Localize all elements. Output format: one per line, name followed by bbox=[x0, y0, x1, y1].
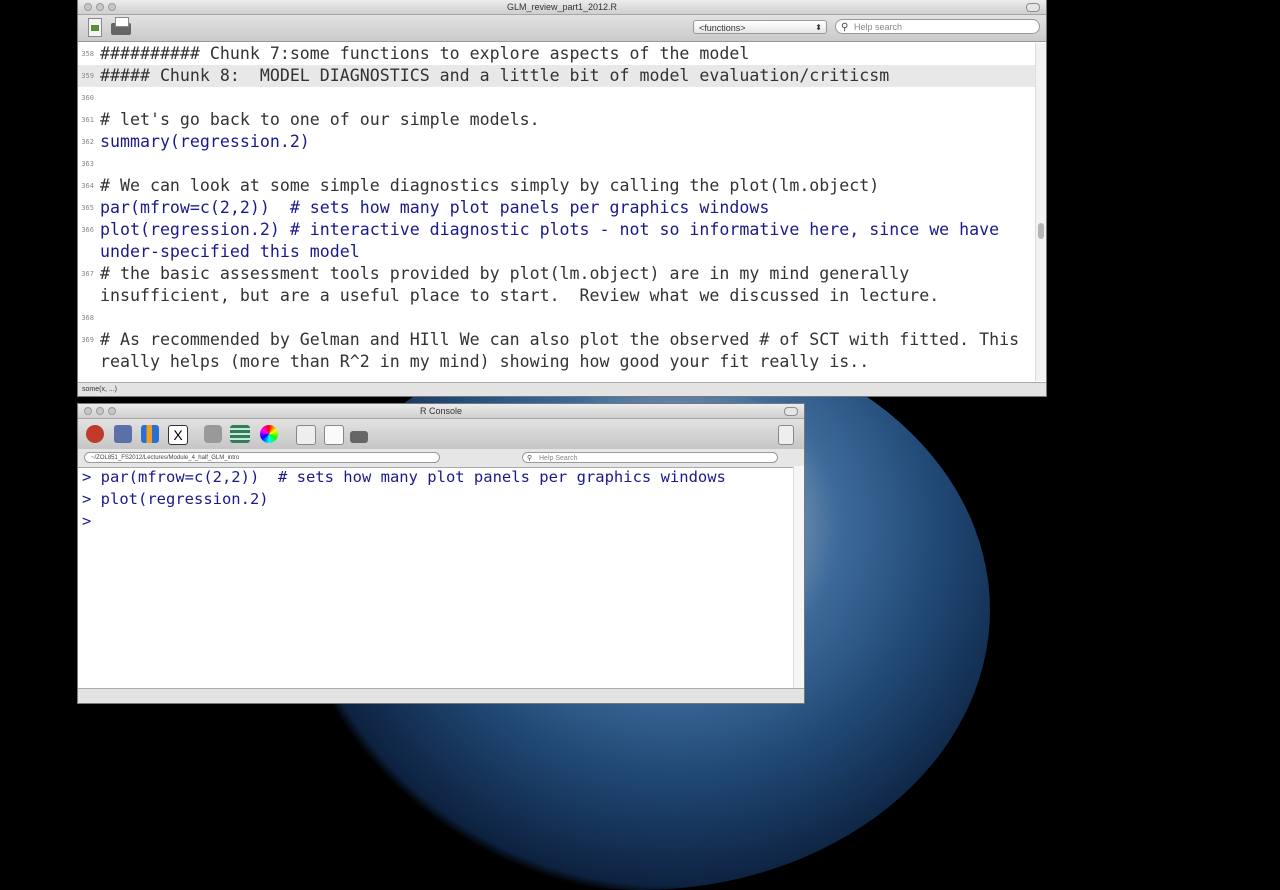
code-line[interactable]: 361 # let's go back to one of our simple … bbox=[78, 109, 1036, 131]
line-number: 367 bbox=[81, 270, 94, 278]
toolbar-toggle-button[interactable] bbox=[1026, 3, 1040, 12]
code-line[interactable]: 359 ##### Chunk 8: MODEL DIAGNOSTICS and … bbox=[78, 65, 1036, 87]
code-text: ##### Chunk 8: MODEL DIAGNOSTICS and a l… bbox=[100, 66, 890, 85]
editor-titlebar: GLM_review_part1_2012.R bbox=[78, 0, 1046, 15]
code-line[interactable]: 358 ########## Chunk 7:some functions to … bbox=[78, 43, 1036, 65]
console-toolbar-toggle-button[interactable] bbox=[784, 407, 798, 416]
functions-dropdown[interactable]: <functions> ⬍ bbox=[693, 20, 827, 34]
workspace-browser-icon[interactable] bbox=[230, 425, 250, 443]
code-text: summary(regression.2) bbox=[100, 132, 310, 151]
line-number: 364 bbox=[81, 182, 94, 190]
console-sidebar-toggle-icon[interactable] bbox=[778, 425, 794, 445]
code-line[interactable]: 365 par(mfrow=c(2,2)) # sets how many plo… bbox=[78, 197, 1036, 219]
console-toolbar: X bbox=[78, 419, 804, 449]
console-line: > par(mfrow=c(2,2)) # sets how many plot… bbox=[82, 468, 726, 486]
code-text: ########## Chunk 7:some functions to exp… bbox=[100, 44, 750, 63]
code-line[interactable]: 362 summary(regression.2) bbox=[78, 131, 1036, 153]
line-number: 368 bbox=[81, 314, 94, 322]
code-area[interactable]: 358 ########## Chunk 7:some functions to … bbox=[78, 43, 1036, 381]
color-picker-icon[interactable] bbox=[260, 425, 278, 443]
console-line: > bbox=[82, 512, 92, 530]
line-number: 360 bbox=[81, 94, 94, 102]
editor-scrollbar[interactable] bbox=[1035, 43, 1046, 381]
console-zoom-button[interactable] bbox=[108, 407, 116, 415]
console-titlebar: R Console bbox=[78, 404, 804, 419]
console-search-icon: ⚲ bbox=[527, 455, 533, 462]
code-text: # As recommended by Gelman and HIll We c… bbox=[100, 330, 1030, 371]
stop-icon[interactable] bbox=[86, 425, 104, 443]
code-line[interactable]: 366 plot(regression.2) # interactive diag… bbox=[78, 219, 1036, 263]
editor-status-bar: some(x, ...) bbox=[78, 382, 1046, 396]
line-number: 359 bbox=[81, 72, 94, 80]
print-icon[interactable] bbox=[111, 17, 131, 35]
console-minimize-button[interactable] bbox=[96, 407, 104, 415]
code-line[interactable]: 367 # the basic assessment tools provided… bbox=[78, 263, 1036, 307]
open-document-icon[interactable] bbox=[296, 425, 316, 445]
dropdown-arrows-icon: ⬍ bbox=[815, 23, 822, 32]
functions-dropdown-label: <functions> bbox=[699, 23, 746, 33]
source-script-icon[interactable] bbox=[88, 18, 102, 37]
editor-scroll-thumb[interactable] bbox=[1038, 223, 1044, 239]
line-number: 365 bbox=[81, 204, 94, 212]
lock-icon[interactable] bbox=[204, 425, 222, 443]
working-directory-path: ~/ZOL851_FS2012/Lectures/Module_4_half_G… bbox=[91, 455, 240, 461]
editor-title: GLM_review_part1_2012.R bbox=[506, 2, 618, 12]
code-line[interactable]: 363 bbox=[78, 153, 1036, 175]
code-text: # the basic assessment tools provided by… bbox=[100, 264, 940, 305]
code-line[interactable]: 369 # As recommended by Gelman and HIll W… bbox=[78, 329, 1036, 373]
console-close-button[interactable] bbox=[84, 407, 92, 415]
console-line: > plot(regression.2) bbox=[82, 490, 269, 508]
line-number: 366 bbox=[81, 226, 94, 234]
console-print-icon[interactable] bbox=[350, 431, 368, 443]
console-status-bar bbox=[78, 688, 804, 703]
line-number: 369 bbox=[81, 336, 94, 344]
x11-icon[interactable]: X bbox=[168, 425, 188, 445]
editor-toolbar: <functions> ⬍ ⚲ Help search bbox=[78, 15, 1046, 42]
close-button[interactable] bbox=[84, 3, 92, 11]
console-title: R Console bbox=[419, 406, 463, 416]
line-number: 362 bbox=[81, 138, 94, 146]
line-number: 361 bbox=[81, 116, 94, 124]
line-number: 358 bbox=[81, 50, 94, 58]
code-text: # We can look at some simple diagnostics… bbox=[100, 176, 880, 195]
code-text: # let's go back to one of our simple mod… bbox=[100, 110, 540, 129]
code-line[interactable]: 364 # We can look at some simple diagnost… bbox=[78, 175, 1036, 197]
working-directory-field[interactable]: ~/ZOL851_FS2012/Lectures/Module_4_half_G… bbox=[84, 452, 440, 463]
code-text: plot(regression.2) # interactive diagnos… bbox=[100, 220, 1010, 261]
zoom-button[interactable] bbox=[108, 3, 116, 11]
line-number: 363 bbox=[81, 160, 94, 168]
new-document-icon[interactable] bbox=[324, 425, 344, 445]
quartz-plot-icon[interactable] bbox=[141, 425, 159, 443]
code-line[interactable]: 368 bbox=[78, 307, 1036, 329]
code-line[interactable]: 360 bbox=[78, 87, 1036, 109]
console-output[interactable]: > par(mfrow=c(2,2)) # sets how many plot… bbox=[78, 466, 794, 688]
r-source-icon[interactable] bbox=[114, 425, 132, 443]
help-search-placeholder: Help search bbox=[854, 22, 903, 32]
minimize-button[interactable] bbox=[96, 3, 104, 11]
console-help-search-input[interactable]: ⚲ Help Search bbox=[522, 452, 778, 463]
help-search-input[interactable]: ⚲ Help search bbox=[835, 19, 1040, 34]
script-editor-window: GLM_review_part1_2012.R <functions> ⬍ ⚲ … bbox=[78, 0, 1046, 396]
code-text: par(mfrow=c(2,2)) # sets how many plot p… bbox=[100, 198, 770, 217]
search-icon: ⚲ bbox=[841, 22, 849, 33]
console-scrollbar[interactable] bbox=[793, 466, 804, 688]
console-search-placeholder: Help Search bbox=[539, 455, 578, 462]
r-console-window: R Console X ~/ZOL851_FS2012/Lectures/Mod… bbox=[78, 404, 804, 703]
